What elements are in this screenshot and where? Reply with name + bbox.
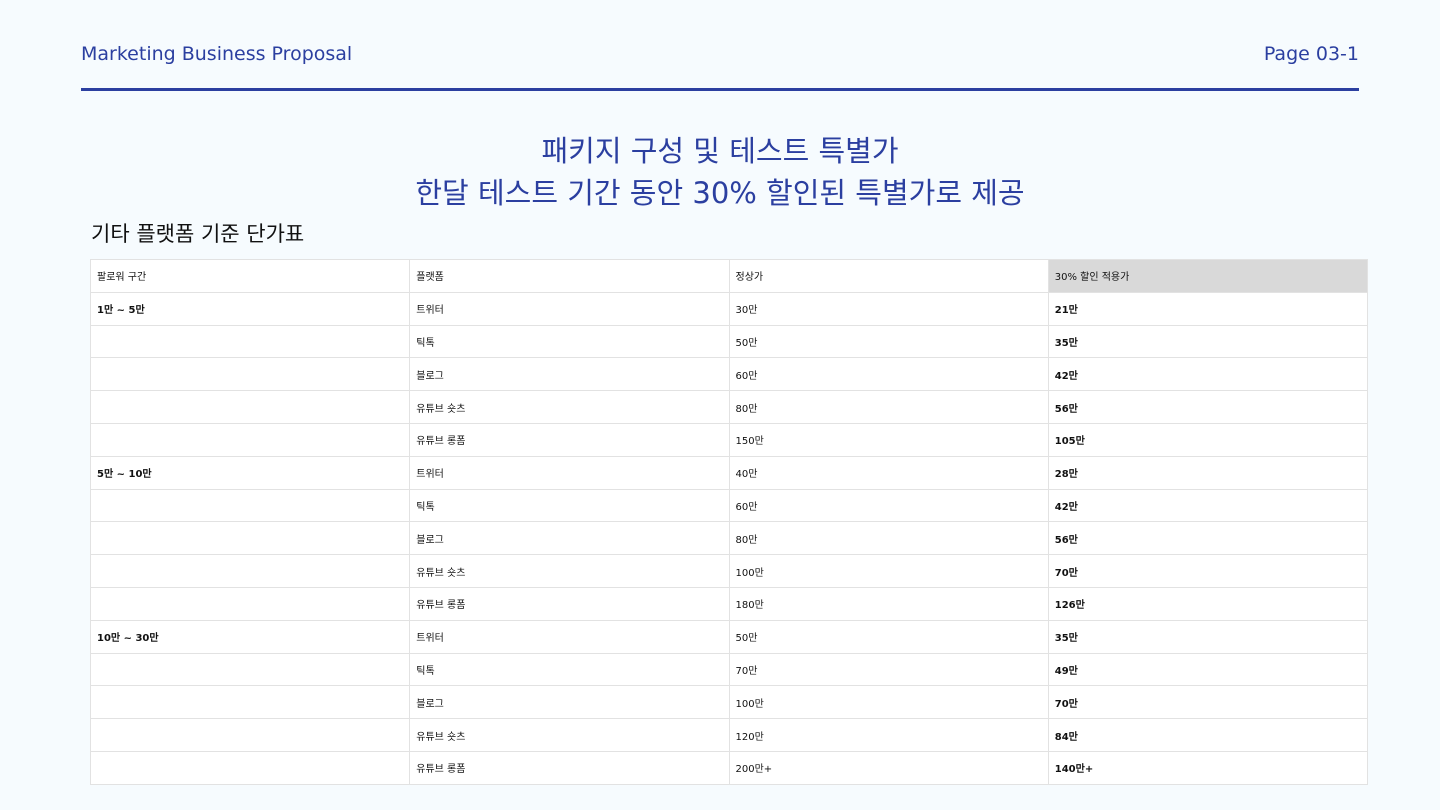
regular-price-cell: 40만 (728, 455, 1049, 490)
table-row: 10만 ~ 30만 트위터 50만 35만 (89, 619, 1369, 654)
regular-price-cell: 60만 (728, 357, 1049, 392)
table-row: 유튜브 롱폼 200만+ 140만+ (89, 750, 1369, 785)
tier-cell (89, 586, 411, 621)
price-table: 팔로워 구간 플랫폼 정상가 30% 할인 적용가 1만 ~ 5만 트위터 30… (89, 259, 1369, 785)
regular-price-cell: 150만 (728, 422, 1049, 457)
table-row: 유튜브 롱폼 150만 105만 (89, 422, 1369, 457)
regular-price-cell: 80만 (728, 390, 1049, 424)
table-row: 틱톡 70만 49만 (89, 652, 1369, 687)
regular-price-cell: 100만 (728, 685, 1049, 720)
table-row: 유튜브 숏츠 80만 56만 (89, 390, 1369, 424)
table-row: 블로그 100만 70만 (89, 685, 1369, 720)
regular-price-cell: 80만 (728, 521, 1049, 556)
table-row: 5만 ~ 10만 트위터 40만 28만 (89, 455, 1369, 490)
discount-price-cell: 21만 (1047, 291, 1369, 326)
platform-cell: 트위터 (409, 455, 730, 490)
table-row: 유튜브 숏츠 120만 84만 (89, 718, 1369, 752)
platform-cell: 트위터 (409, 291, 730, 326)
regular-price-cell: 30만 (728, 291, 1049, 326)
table-row: 유튜브 숏츠 100만 70만 (89, 554, 1369, 588)
headline-sub: 한달 테스트 기간 동안 30% 할인된 특별가로 제공 (415, 176, 1025, 210)
discount-price-cell: 42만 (1047, 488, 1369, 523)
tier-cell: 1만 ~ 5만 (89, 291, 411, 326)
tier-cell (89, 488, 411, 523)
platform-cell: 틱톡 (409, 488, 730, 523)
section-title: 기타 플랫폼 기준 단가표 (91, 222, 305, 246)
discount-price-cell: 28만 (1047, 455, 1369, 490)
tier-cell (89, 718, 411, 752)
discount-price-cell: 42만 (1047, 357, 1369, 392)
discount-price-cell: 105만 (1047, 422, 1369, 457)
regular-price-cell: 200만+ (728, 750, 1049, 785)
regular-price-cell: 70만 (728, 652, 1049, 687)
discount-price-cell: 140만+ (1047, 750, 1369, 785)
discount-price-cell: 126만 (1047, 586, 1369, 621)
platform-cell: 유튜브 숏츠 (409, 718, 730, 752)
platform-cell: 틱톡 (409, 652, 730, 687)
regular-price-cell: 50만 (728, 619, 1049, 654)
tier-cell (89, 652, 411, 687)
column-header-platform: 플랫폼 (409, 259, 730, 293)
table-row: 틱톡 60만 42만 (89, 488, 1369, 523)
headline-main: 패키지 구성 및 테스트 특별가 (541, 134, 899, 168)
table-row: 유튜브 롱폼 180만 126만 (89, 586, 1369, 621)
regular-price-cell: 50만 (728, 324, 1049, 359)
table-row: 1만 ~ 5만 트위터 30만 21만 (89, 291, 1369, 326)
platform-cell: 트위터 (409, 619, 730, 654)
platform-cell: 유튜브 롱폼 (409, 750, 730, 785)
tier-cell (89, 390, 411, 424)
column-header-discount-price: 30% 할인 적용가 (1047, 259, 1369, 293)
regular-price-cell: 180만 (728, 586, 1049, 621)
header-divider (81, 88, 1359, 91)
column-header-regular-price: 정상가 (728, 259, 1049, 293)
platform-cell: 유튜브 숏츠 (409, 390, 730, 424)
platform-cell: 블로그 (409, 521, 730, 556)
discount-price-cell: 49만 (1047, 652, 1369, 687)
tier-cell (89, 422, 411, 457)
tier-cell (89, 357, 411, 392)
tier-cell (89, 750, 411, 785)
discount-price-cell: 70만 (1047, 685, 1369, 720)
table-header-row: 팔로워 구간 플랫폼 정상가 30% 할인 적용가 (89, 259, 1369, 293)
document-title: Marketing Business Proposal (81, 43, 353, 65)
page-header: Marketing Business Proposal Page 03-1 (81, 40, 1359, 68)
platform-cell: 틱톡 (409, 324, 730, 359)
table-row: 틱톡 50만 35만 (89, 324, 1369, 359)
tier-cell (89, 685, 411, 720)
column-header-tier: 팔로워 구간 (89, 259, 411, 293)
platform-cell: 블로그 (409, 685, 730, 720)
tier-cell (89, 521, 411, 556)
discount-price-cell: 35만 (1047, 619, 1369, 654)
table-row: 블로그 80만 56만 (89, 521, 1369, 556)
tier-cell (89, 554, 411, 588)
discount-price-cell: 84만 (1047, 718, 1369, 752)
discount-price-cell: 35만 (1047, 324, 1369, 359)
regular-price-cell: 60만 (728, 488, 1049, 523)
platform-cell: 유튜브 숏츠 (409, 554, 730, 588)
table-row: 블로그 60만 42만 (89, 357, 1369, 392)
discount-price-cell: 56만 (1047, 390, 1369, 424)
regular-price-cell: 120만 (728, 718, 1049, 752)
discount-price-cell: 56만 (1047, 521, 1369, 556)
tier-cell (89, 324, 411, 359)
page-number: Page 03-1 (1263, 43, 1359, 65)
discount-price-cell: 70만 (1047, 554, 1369, 588)
tier-cell: 5만 ~ 10만 (89, 455, 411, 490)
platform-cell: 블로그 (409, 357, 730, 392)
platform-cell: 유튜브 롱폼 (409, 422, 730, 457)
tier-cell: 10만 ~ 30만 (89, 619, 411, 654)
regular-price-cell: 100만 (728, 554, 1049, 588)
platform-cell: 유튜브 롱폼 (409, 586, 730, 621)
